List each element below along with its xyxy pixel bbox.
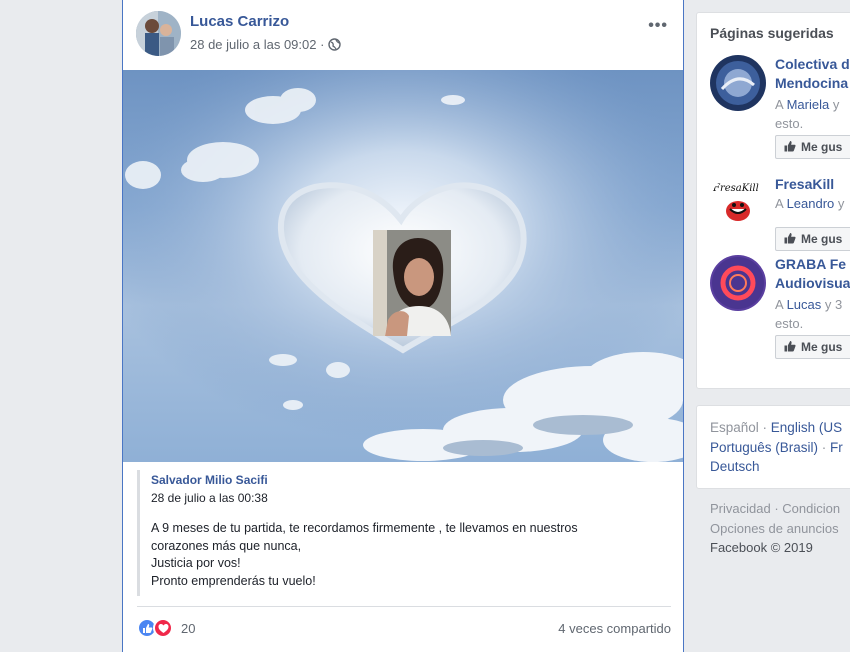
- suggested-page-item: FresaKill FresaKill A Leandro y Me gus: [710, 175, 850, 255]
- like-page-button[interactable]: Me gus: [775, 335, 850, 359]
- reaction-count[interactable]: 20: [181, 621, 195, 636]
- post-photo[interactable]: [123, 70, 683, 462]
- author-avatar[interactable]: [136, 11, 181, 56]
- thumbs-up-icon: [784, 340, 796, 355]
- conditions-link[interactable]: Condicion: [782, 501, 840, 516]
- love-icon: [153, 618, 173, 638]
- language-current: Español: [710, 420, 759, 435]
- page-thumbnail[interactable]: [710, 55, 766, 111]
- svg-text:FresaKill: FresaKill: [712, 183, 759, 194]
- like-page-button[interactable]: Me gus: [775, 227, 850, 251]
- language-list: Español · English (US Português (Brasil)…: [710, 420, 843, 474]
- page-thumbnail[interactable]: [710, 255, 766, 311]
- language-panel: Español · English (US Português (Brasil)…: [696, 405, 850, 489]
- shared-text-line: Justicia por vos!: [151, 556, 241, 570]
- language-link-portuguese[interactable]: Português (Brasil): [710, 440, 818, 455]
- post-card: Lucas Carrizo 28 de julio a las 09:02 · …: [122, 0, 684, 652]
- panel-title: Páginas sugeridas: [710, 25, 834, 41]
- post-footer: 20 4 veces compartido: [137, 618, 671, 640]
- page-description: A Lucas y 3 esto.: [775, 297, 843, 331]
- suggested-page-item: GRABA Fe Audiovisua A Lucas y 3 esto. Me…: [710, 255, 850, 365]
- language-link-french[interactable]: Fr: [830, 440, 843, 455]
- shared-author[interactable]: Salvador Milio Sacifi: [151, 473, 671, 487]
- thumbs-up-icon: [784, 140, 796, 155]
- globe-icon: [328, 38, 342, 51]
- divider: [137, 606, 671, 607]
- shared-text: A 9 meses de tu partida, te recordamos f…: [151, 520, 671, 590]
- post-date[interactable]: 28 de julio a las 09:02 ·: [190, 37, 324, 52]
- post-header: Lucas Carrizo 28 de julio a las 09:02 · …: [136, 11, 672, 57]
- shared-text-line: A 9 meses de tu partida, te recordamos f…: [151, 521, 578, 535]
- post-author[interactable]: Lucas Carrizo: [190, 13, 289, 30]
- page-description: A Leandro y: [775, 196, 845, 211]
- more-options-icon[interactable]: •••: [648, 17, 668, 35]
- language-link-english[interactable]: English (US: [771, 420, 842, 435]
- page-name[interactable]: FresaKill: [775, 175, 834, 194]
- shared-date[interactable]: 28 de julio a las 00:38: [151, 491, 671, 505]
- page-thumbnail[interactable]: FresaKill: [710, 175, 766, 231]
- suggested-page-item: Colectiva d Mendocina A Mariela y esto. …: [710, 55, 850, 165]
- page-description: A Mariela y esto.: [775, 97, 840, 131]
- ad-choices-link[interactable]: Opciones de anuncios: [710, 519, 840, 539]
- share-count[interactable]: 4 veces compartido: [558, 621, 671, 636]
- language-link-deutsch[interactable]: Deutsch: [710, 459, 760, 474]
- thumbs-up-icon: [784, 232, 796, 247]
- shared-text-line: Pronto emprenderás tu vuelo!: [151, 573, 316, 588]
- portrait-image: [373, 230, 451, 336]
- reaction-icons[interactable]: [137, 618, 173, 638]
- privacy-link[interactable]: Privacidad: [710, 501, 771, 516]
- page-name[interactable]: GRABA Fe Audiovisua: [775, 255, 850, 293]
- like-page-button[interactable]: Me gus: [775, 135, 850, 159]
- page-name[interactable]: Colectiva d Mendocina: [775, 55, 850, 93]
- copyright: Facebook © 2019: [710, 540, 813, 555]
- shared-text-line: corazones más que nunca,: [151, 538, 302, 553]
- suggested-pages-panel: Páginas sugeridas Colectiva d Mendocina …: [696, 12, 850, 389]
- post-meta: 28 de julio a las 09:02 ·: [190, 37, 342, 52]
- legal-footer: Privacidad · Condicion Opciones de anunc…: [710, 499, 840, 558]
- shared-post: Salvador Milio Sacifi 28 de julio a las …: [137, 470, 671, 596]
